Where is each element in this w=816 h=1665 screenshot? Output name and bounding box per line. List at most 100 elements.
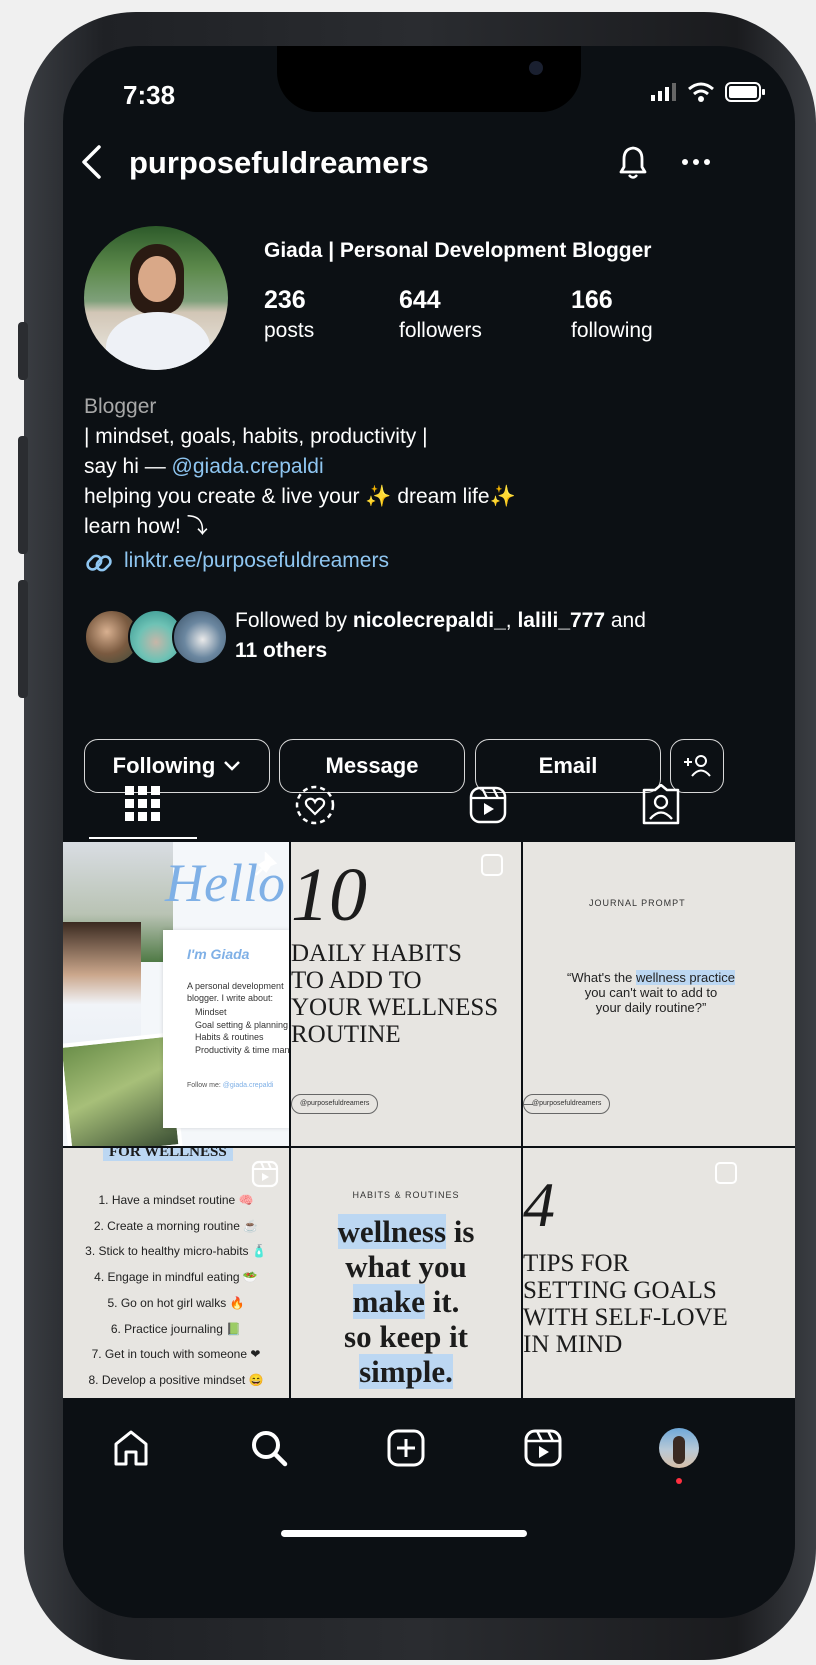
profile-full-name: Giada | Personal Development Blogger: [264, 239, 652, 262]
post-text-line: so keep it: [344, 1319, 468, 1354]
followed-by-text[interactable]: Followed by nicolecrepaldi_, lalili_777 …: [235, 606, 646, 666]
post-tile[interactable]: JOURNAL PROMPT “What's the wellness prac…: [523, 842, 795, 1146]
guides-heart-icon[interactable]: [294, 784, 336, 826]
mutual-followers-avatars[interactable]: [84, 609, 228, 665]
followed-by-user: nicolecrepaldi_: [352, 609, 506, 632]
post-tile[interactable]: FOR WELLNESS 1. Have a mindset routine 🧠…: [63, 1148, 289, 1398]
dynamic-notch: [277, 46, 581, 112]
home-indicator: [281, 1530, 527, 1537]
profile-username: purposefuldreamers: [129, 145, 429, 180]
intro-card: I'm Giada A personal development blogger…: [163, 930, 289, 1128]
notification-dot: [676, 1478, 682, 1484]
bio-line: say hi — @giada.crepaldi: [84, 452, 516, 482]
bullet-item: Productivity & time management: [195, 1044, 289, 1055]
following-count-label: following: [571, 319, 653, 342]
add-person-icon: [684, 755, 711, 777]
post-number: 10: [291, 853, 367, 937]
intro-text: A personal development blogger. I write …: [187, 981, 284, 1003]
reels-nav-icon[interactable]: [523, 1428, 563, 1468]
following-count[interactable]: 166 following: [571, 286, 653, 343]
carousel-icon: [481, 854, 503, 876]
highlighted-word: simple.: [359, 1354, 453, 1389]
bio-line: learn how! ⤵: [84, 515, 208, 538]
follow-label: Follow me:: [187, 1082, 223, 1089]
screen: 7:38 purposefuldreamers Giada | Personal…: [63, 46, 795, 1618]
back-chevron-icon[interactable]: [79, 144, 103, 180]
post-text-line: SETTING GOALS: [523, 1277, 717, 1304]
profile-nav-avatar[interactable]: [659, 1428, 699, 1468]
bottom-nav: [63, 1408, 795, 1618]
follow-handle: @giada.crepaldi: [222, 1082, 274, 1089]
camera-icon: [529, 61, 543, 75]
posts-count-label: posts: [264, 319, 315, 342]
list-item: 5. Go on hot girl walks 🔥: [107, 1295, 245, 1310]
post-text-line: YOUR WELLNESS: [291, 994, 499, 1021]
following-count-value: 166: [571, 286, 613, 314]
highlighted-word: make: [352, 1284, 425, 1319]
reel-icon: [251, 1160, 279, 1188]
list-item: 4. Engage in mindful eating 🥗: [94, 1270, 258, 1285]
home-icon[interactable]: [111, 1428, 151, 1468]
post-number: 4: [523, 1169, 555, 1240]
create-post-icon[interactable]: [386, 1428, 426, 1468]
post-text-line: WITH SELF-LOVE: [523, 1304, 728, 1331]
post-tile[interactable]: 10 DAILY HABITS TO ADD TO YOUR WELLNESS …: [291, 842, 521, 1146]
list-item: 3. Stick to healthy micro-habits 🧴: [85, 1244, 267, 1259]
post-handle: @purposefuldreamers: [291, 1094, 379, 1114]
list-item: 8. Develop a positive mindset 😄: [88, 1372, 264, 1387]
signal-icon: [651, 83, 676, 101]
more-options-icon[interactable]: [681, 158, 711, 166]
post-text: is: [446, 1214, 475, 1249]
quote-text: you can't wait to add to: [584, 985, 718, 1000]
bio-line: | mindset, goals, habits, productivity |: [84, 425, 428, 448]
intro-title: I'm Giada: [187, 946, 250, 962]
post-text-line: IN MIND: [523, 1331, 623, 1358]
post-tile[interactable]: HABITS & ROUTINES wellness is what you m…: [291, 1148, 521, 1398]
profile-website-link[interactable]: linktr.ee/purposefuldreamers: [124, 549, 389, 573]
bio-text: helping you create & live your: [84, 485, 366, 508]
post-label: HABITS & ROUTINES: [352, 1190, 460, 1200]
status-time: 7:38: [123, 80, 176, 110]
separator: ,: [505, 609, 518, 632]
reels-icon[interactable]: [468, 785, 508, 825]
active-tab-indicator: [89, 837, 197, 839]
list-item: 7. Get in touch with someone ❤: [91, 1347, 261, 1362]
post-label: JOURNAL PROMPT: [589, 898, 686, 908]
bio-text: say hi —: [84, 455, 172, 478]
post-text-line: TIPS FOR: [523, 1250, 630, 1277]
post-text-line: what you: [345, 1249, 467, 1284]
post-text: it.: [424, 1284, 460, 1319]
following-button[interactable]: Following: [84, 739, 270, 793]
post-text-line: DAILY HABITS: [291, 940, 462, 967]
bullet-item: Habits & routines: [195, 1032, 264, 1042]
bio-mention-link[interactable]: @giada.crepaldi: [172, 455, 324, 478]
post-text-line: ROUTINE: [291, 1021, 401, 1048]
profile-avatar[interactable]: [84, 226, 228, 370]
followed-by-user: lalili_777: [517, 609, 606, 632]
highlighted-word: wellness: [337, 1214, 447, 1249]
post-header: FOR WELLNESS: [103, 1148, 233, 1161]
wifi-icon: [688, 82, 714, 102]
post-handle: @purposefuldreamers: [523, 1094, 611, 1114]
list-item: 6. Practice journaling 📗: [110, 1321, 242, 1336]
quote-text: “What's the: [567, 970, 636, 985]
post-text-line: TO ADD TO: [291, 967, 422, 994]
followers-count[interactable]: 644 followers: [399, 286, 482, 343]
bullet-item: Mindset: [195, 1007, 227, 1017]
quote-highlight: wellness practice: [635, 970, 735, 985]
following-button-label: Following: [112, 753, 216, 778]
tagged-icon[interactable]: [641, 784, 681, 826]
quote-text: your daily routine?”: [595, 1000, 707, 1015]
battery-icon: [725, 82, 765, 102]
followed-by-and: and: [605, 609, 646, 632]
carousel-icon: [715, 1162, 737, 1184]
bell-icon[interactable]: [615, 144, 651, 182]
post-tile[interactable]: 4 TIPS FOR SETTING GOALS WITH SELF-LOVE …: [523, 1148, 795, 1398]
followed-by-others: 11 others: [235, 639, 328, 662]
search-icon[interactable]: [249, 1428, 289, 1468]
followers-count-value: 644: [399, 286, 441, 314]
message-button-label: Message: [325, 753, 419, 778]
posts-count[interactable]: 236 posts: [264, 286, 314, 343]
post-tile[interactable]: Hello! I'm Giada A personal development …: [63, 842, 289, 1146]
grid-icon[interactable]: [125, 786, 161, 822]
